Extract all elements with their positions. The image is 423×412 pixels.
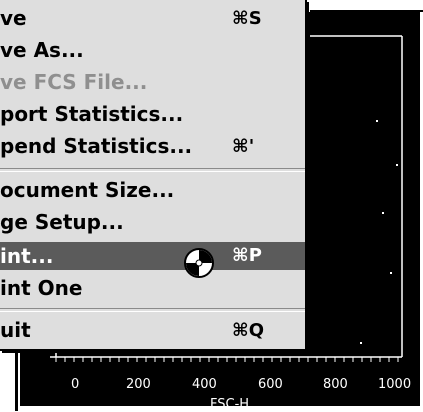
menu-item-save-fcs-file: ve FCS File... [0,70,305,95]
menu-item-label: ve FCS File... [0,70,148,94]
menu-item-shortcut: ⌘P [232,245,262,266]
file-menu: ve ⌘S ve As... ve FCS File... port Stati… [0,0,307,351]
menu-item-label: int... [0,244,54,268]
menu-item-print-one[interactable]: int One [0,276,305,301]
menu-item-shortcut: ⌘Q [232,320,265,341]
x-axis-label: FSC-H [210,397,250,412]
menu-item-label: uit [0,318,31,342]
menu-item-quit[interactable]: uit ⌘Q [0,318,305,343]
menu-item-save[interactable]: ve ⌘S [0,6,305,31]
menu-item-print[interactable]: int... ⌘P [0,242,305,270]
menu-item-page-setup[interactable]: ge Setup... [0,210,305,235]
menu-item-export-statistics[interactable]: port Statistics... [0,102,305,127]
x-tick-label: 400 [192,377,217,392]
menu-separator [0,308,305,312]
menu-item-document-size[interactable]: ocument Size... [0,178,305,203]
busy-watch-icon [184,248,214,278]
menu-item-label: pend Statistics... [0,134,193,158]
x-tick-label: 800 [323,377,348,392]
x-tick-label: 0 [71,377,80,392]
menu-item-label: port Statistics... [0,102,184,126]
menu-item-label: ocument Size... [0,178,175,202]
x-tick-label: 1000 [378,377,412,392]
menu-item-shortcut: ⌘' [232,136,255,157]
x-tick-label: 200 [126,377,151,392]
menu-item-label: ge Setup... [0,210,124,234]
menu-item-label: int One [0,276,83,300]
menu-item-shortcut: ⌘S [232,8,262,29]
menu-item-label: ve [0,6,27,30]
x-tick-label: 600 [258,377,283,392]
menu-item-save-as[interactable]: ve As... [0,38,305,63]
menu-separator [0,168,305,172]
menu-item-append-statistics[interactable]: pend Statistics... ⌘' [0,134,305,159]
menu-item-label: ve As... [0,38,84,62]
